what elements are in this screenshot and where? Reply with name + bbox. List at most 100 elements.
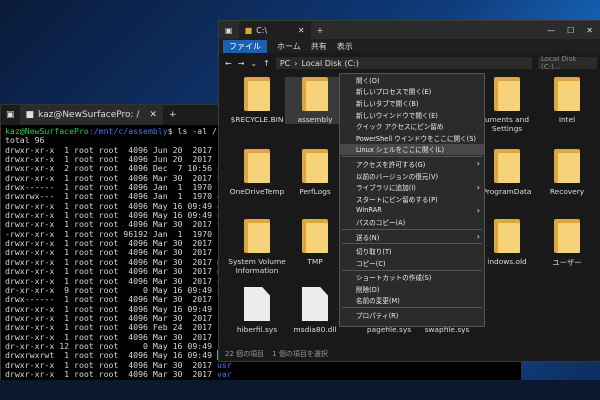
- menu-item[interactable]: WinRAR ›: [340, 205, 484, 217]
- folder-item[interactable]: uments and Settings: [477, 77, 537, 133]
- item-label: assembly: [297, 115, 333, 124]
- menu-item-label: アクセスを許可する(G): [356, 160, 426, 169]
- explorer-tab[interactable]: ■ C:\ ✕: [238, 21, 311, 39]
- back-icon[interactable]: ←: [225, 59, 232, 68]
- window-menu-icon[interactable]: ▣: [219, 26, 239, 35]
- breadcrumb[interactable]: PC › Local Disk (C:): [275, 57, 532, 69]
- folder-icon: [244, 77, 270, 111]
- menu-item[interactable]: 切り取り(T): [340, 245, 484, 257]
- menu-item[interactable]: 新しいタブで開く(B): [340, 97, 484, 109]
- submenu-arrow-icon: ›: [476, 182, 480, 192]
- menu-item[interactable]: 以前のバージョンの復元(V): [340, 170, 484, 182]
- menu-item[interactable]: 開く(O): [340, 74, 484, 86]
- menu-item-label: 開く(O): [356, 76, 380, 85]
- folder-icon: [554, 219, 580, 253]
- search-input[interactable]: Local Disk (C:)...: [538, 55, 597, 71]
- context-menu[interactable]: 開く(O) 新しいプロセスで開く(E) 新しいタブで開く(B) 新しいウインドウで開く…: [339, 73, 485, 327]
- menu-item-label: 以前のバージョンの復元(V): [356, 172, 439, 181]
- menu-item[interactable]: ライブラリに追加(I) ›: [340, 181, 484, 193]
- minimize-icon[interactable]: —: [547, 26, 555, 35]
- menu-item-label: PowerShell ウインドウをここに開く(S): [356, 134, 476, 143]
- menu-item[interactable]: 削除(D): [340, 283, 484, 295]
- forward-icon[interactable]: →: [238, 59, 245, 68]
- maximize-icon[interactable]: ☐: [567, 26, 574, 35]
- menu-item[interactable]: スタートにピン留めする(P): [340, 193, 484, 205]
- menu-item-label: ショートカットの作成(S): [356, 274, 432, 283]
- terminal-tab[interactable]: ■ kaz@NewSurfacePro: / ✕: [19, 105, 163, 125]
- new-tab-icon[interactable]: +: [311, 26, 330, 35]
- item-label: TMP: [307, 257, 323, 266]
- terminal-tab-title: kaz@NewSurfacePro: /: [38, 110, 140, 120]
- item-label: msdia80.dll: [293, 325, 337, 334]
- item-label: OneDriveTemp: [229, 187, 285, 196]
- submenu-arrow-icon: ›: [476, 232, 480, 242]
- menu-item-label: クイック アクセスにピン留め: [356, 123, 444, 132]
- folder-icon: [494, 219, 520, 253]
- recent-icon[interactable]: ⌄: [250, 59, 257, 68]
- item-label: ProgramData: [482, 187, 532, 196]
- menu-item-label: 送る(N): [356, 233, 380, 242]
- menu-item[interactable]: パスのコピー(A): [340, 216, 484, 228]
- submenu-arrow-icon: ›: [476, 159, 480, 169]
- taskbar: [0, 380, 600, 400]
- file-item[interactable]: msdia80.dll: [285, 287, 345, 334]
- menu-item[interactable]: アクセスを許可する(G) ›: [340, 158, 484, 170]
- folder-item[interactable]: $RECYCLE.BIN: [227, 77, 287, 124]
- menu-item-label: WinRAR: [356, 206, 382, 215]
- menu-item[interactable]: PowerShell ウインドウをここに開く(S): [340, 132, 484, 144]
- menu-item[interactable]: プロパティ(R): [340, 309, 484, 321]
- file-item[interactable]: hiberfil.sys: [227, 287, 287, 334]
- folder-icon: [302, 149, 328, 183]
- item-label: $RECYCLE.BIN: [230, 115, 284, 124]
- folder-item[interactable]: PerfLogs: [285, 149, 345, 196]
- new-tab-icon[interactable]: +: [163, 110, 183, 120]
- folder-icon: [494, 149, 520, 183]
- folder-item[interactable]: Recovery: [537, 149, 597, 196]
- submenu-arrow-icon: ›: [476, 205, 480, 215]
- menu-item[interactable]: 名前の変更(M): [340, 295, 484, 307]
- close-window-icon[interactable]: ✕: [586, 26, 593, 35]
- menu-item[interactable]: 新しいウインドウで開く(E): [340, 109, 484, 121]
- folder-icon: [302, 77, 328, 111]
- close-icon[interactable]: ✕: [149, 110, 157, 120]
- menu-item[interactable]: Linux シェルをここに開く(L): [340, 143, 484, 156]
- up-icon[interactable]: ↑: [263, 59, 270, 68]
- menu-item[interactable]: コピー(C): [340, 257, 484, 269]
- ribbon-file[interactable]: ファイル: [223, 39, 267, 53]
- status-count: 22 個の項目: [225, 350, 265, 358]
- menu-separator: [342, 243, 482, 245]
- folder-item[interactable]: Intel: [537, 77, 597, 124]
- address-bar: ← → ⌄ ↑ PC › Local Disk (C:) Local Disk …: [219, 53, 600, 73]
- folder-item[interactable]: System Volume Information: [227, 219, 287, 275]
- ribbon-home[interactable]: ホーム: [277, 41, 301, 52]
- folder-item[interactable]: ユーザー: [537, 219, 597, 268]
- breadcrumb-pc[interactable]: PC: [280, 59, 290, 68]
- menu-item[interactable]: 送る(N) ›: [340, 231, 484, 243]
- menu-separator: [342, 307, 482, 309]
- item-label: uments and Settings: [484, 115, 530, 133]
- menu-item-label: Linux シェルをここに開く(L): [356, 146, 445, 155]
- ribbon-share[interactable]: 共有: [311, 41, 327, 52]
- menu-separator: [342, 156, 482, 158]
- folder-item[interactable]: TMP: [285, 219, 345, 266]
- folder-item[interactable]: assembly: [285, 77, 345, 124]
- item-label: Recovery: [549, 187, 585, 196]
- folder-item[interactable]: ProgramData: [477, 149, 537, 196]
- item-label: ユーザー: [552, 258, 582, 267]
- item-label: PerfLogs: [299, 187, 331, 196]
- breadcrumb-drive[interactable]: Local Disk (C:): [301, 59, 359, 68]
- menu-separator: [342, 269, 482, 271]
- folder-item[interactable]: OneDriveTemp: [227, 149, 287, 196]
- menu-item[interactable]: ショートカットの作成(S): [340, 272, 484, 284]
- menu-item-label: 削除(D): [356, 285, 380, 294]
- menu-item-label: 切り取り(T): [356, 248, 392, 257]
- ribbon-view[interactable]: 表示: [337, 41, 353, 52]
- folder-item[interactable]: indows.old: [477, 219, 537, 266]
- file-icon: [244, 287, 270, 321]
- menu-item[interactable]: クイック アクセスにピン留め: [340, 120, 484, 132]
- terminal-menu-icon[interactable]: ▣: [1, 110, 20, 120]
- menu-item[interactable]: 新しいプロセスで開く(E): [340, 86, 484, 98]
- terminal-tab-icon: ■: [25, 110, 35, 120]
- menu-item-label: コピー(C): [356, 259, 386, 268]
- close-icon[interactable]: ✕: [298, 26, 305, 35]
